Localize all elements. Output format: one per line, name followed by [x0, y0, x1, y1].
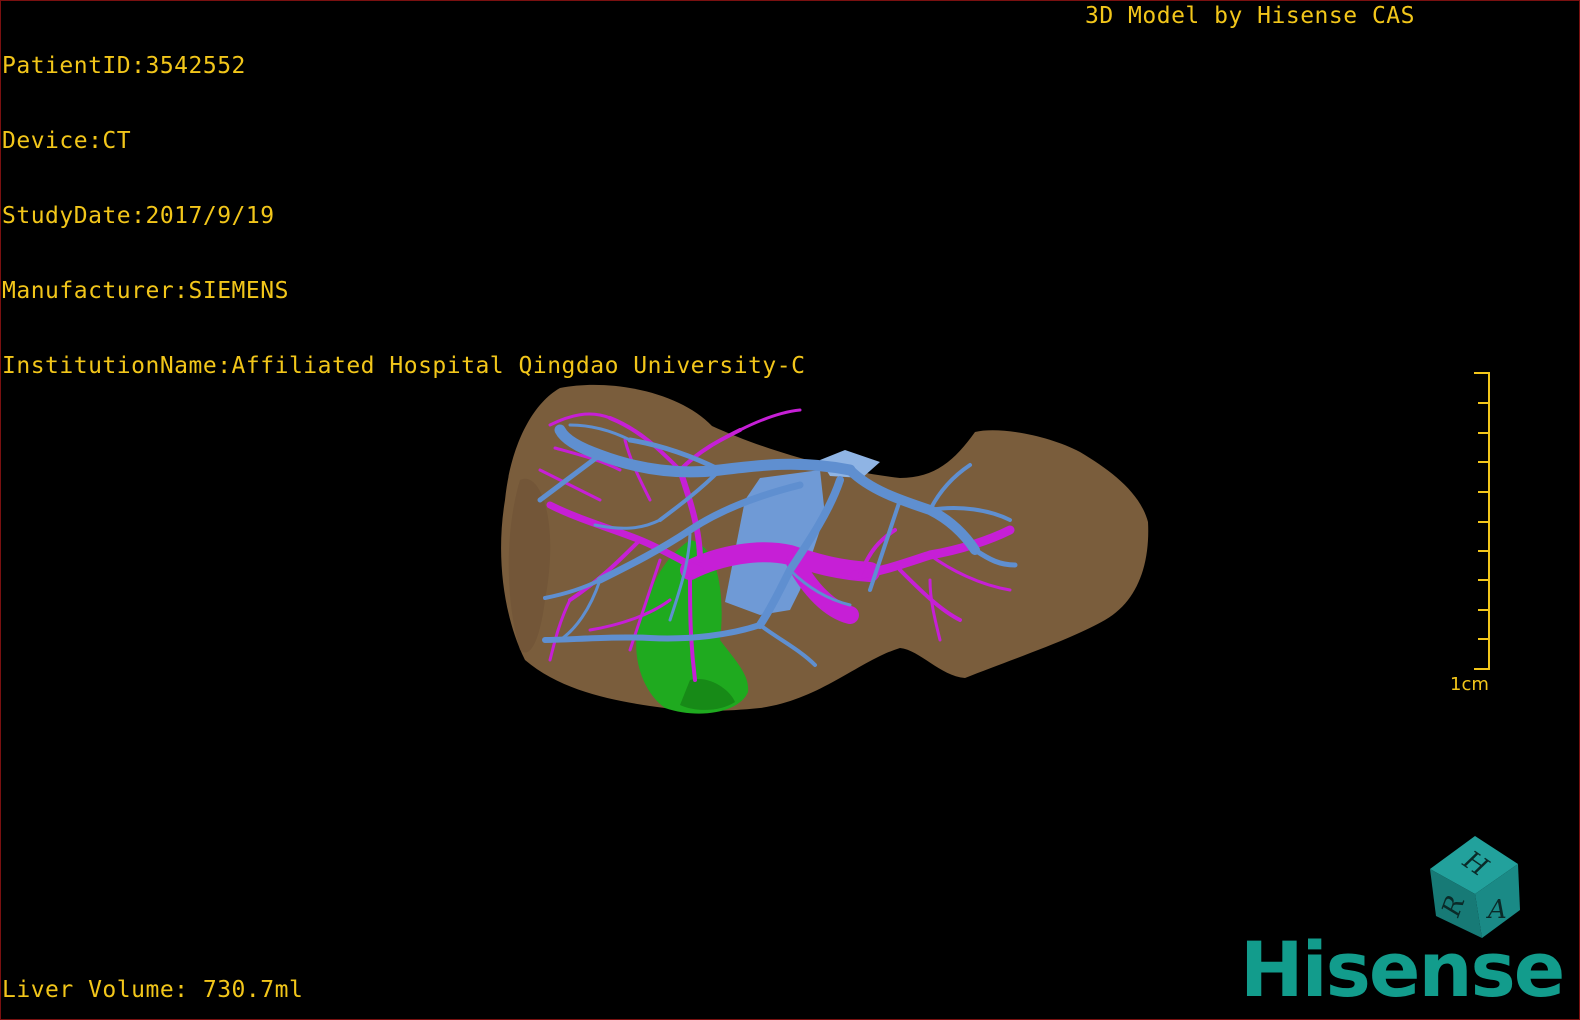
patient-id: PatientID:3542552 [2, 53, 246, 79]
patient-info-panel: PatientID:3542552 Device:CT StudyDate:20… [2, 4, 805, 404]
hisense-logo: Hisense [1240, 925, 1565, 1014]
liver-surface [501, 384, 1149, 711]
model-title: 3D Model by Hisense CAS [1085, 3, 1415, 29]
institution-name: InstitutionName:Affiliated Hospital Qing… [2, 353, 806, 379]
cube-label-a: A [1486, 895, 1507, 925]
liver-volume: Liver Volume: 730.7ml [2, 977, 304, 1003]
scale-bar [1474, 372, 1490, 670]
scale-label: 1cm [1450, 674, 1489, 695]
device: Device:CT [2, 128, 132, 154]
manufacturer: Manufacturer:SIEMENS [2, 278, 289, 304]
study-date: StudyDate:2017/9/19 [2, 203, 275, 229]
